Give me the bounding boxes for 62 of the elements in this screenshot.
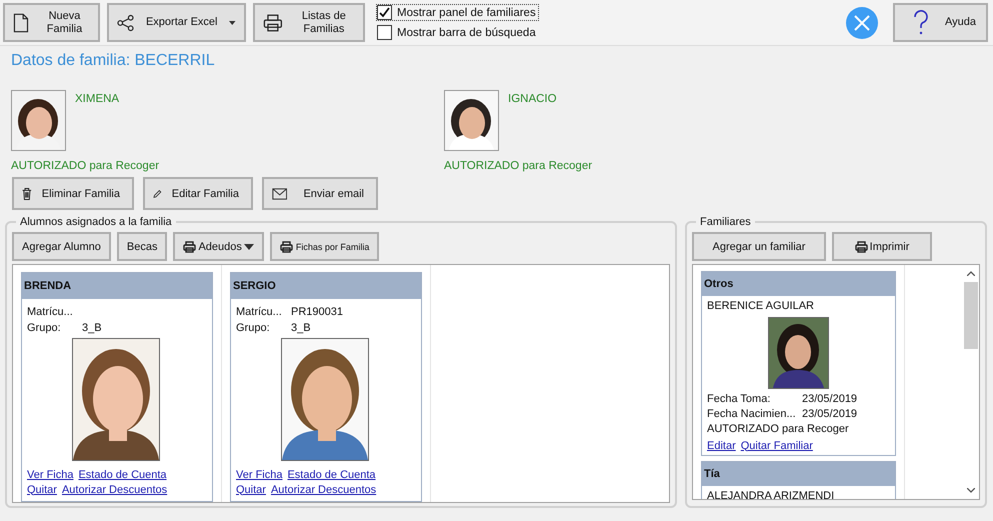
close-icon[interactable]	[846, 6, 878, 38]
printer-icon	[183, 240, 196, 252]
scroll-down-icon[interactable]	[966, 488, 974, 493]
field-label: Fecha Nacimien...	[707, 408, 797, 420]
page-title: Datos de familia: BECERRIL	[10, 51, 216, 71]
panel-button[interactable]: Fichas por Familia	[270, 232, 380, 261]
toolbar-button[interactable]: Nueva Familia	[3, 3, 100, 42]
panel-button[interactable]: Agregar Alumno	[12, 232, 111, 261]
field-value: PR190031	[291, 306, 343, 318]
authorization-status: AUTORIZADO para Recoger	[11, 160, 160, 172]
card-link[interactable]: Editar	[707, 440, 736, 452]
field-label: Matrícu...	[236, 306, 283, 318]
group-title: Alumnos asignados a la familia	[19, 216, 173, 228]
card-link[interactable]: Ver Ficha	[27, 468, 74, 480]
relative-name: ALEJANDRA ARIZMENDI	[707, 490, 836, 499]
card-link[interactable]: Autorizar Descuentos	[270, 484, 376, 496]
card-header: SERGIO	[231, 273, 421, 299]
panel-button[interactable]: Adeudos	[173, 232, 264, 261]
envelope-icon	[272, 186, 288, 200]
action-button[interactable]: Editar Familia	[143, 177, 253, 210]
checkmark-icon	[379, 7, 390, 18]
action-button[interactable]: Enviar email	[262, 177, 378, 210]
panel-button[interactable]: Imprimir	[832, 232, 932, 261]
checkbox[interactable]: Mostrar panel de familiares	[376, 4, 539, 21]
relative-name: BERENICE AGUILAR	[707, 300, 815, 314]
scroll-up-icon[interactable]	[966, 271, 974, 276]
field-label: Fecha Toma:	[707, 392, 772, 404]
question-icon	[913, 10, 929, 36]
field-value: 23/05/2019	[802, 408, 858, 420]
panel-button[interactable]: Agregar un familiar	[692, 232, 826, 261]
card-link[interactable]: Autorizar Descuentos	[62, 484, 168, 496]
group-title: Familiares	[699, 216, 752, 228]
parent-name: XIMENA	[75, 92, 120, 107]
card-link[interactable]: Quitar	[236, 484, 266, 496]
card-link[interactable]: Estado de Cuenta	[78, 468, 167, 480]
caret-icon	[229, 20, 236, 26]
printer-icon	[854, 240, 868, 252]
card-link[interactable]: Quitar	[27, 484, 57, 496]
card-link[interactable]: Quitar Familiar	[740, 440, 813, 452]
field-value: 3_B	[291, 322, 311, 334]
field-value: 3_B	[82, 322, 102, 334]
printer-icon	[280, 240, 293, 252]
field-value: 23/05/2019	[802, 392, 858, 404]
authorization-status: AUTORIZADO para Recoger	[444, 160, 594, 172]
card-link[interactable]: Ver Ficha	[236, 468, 282, 480]
scrollbar-thumb[interactable]	[964, 282, 978, 349]
toolbar-button[interactable]: Exportar Excel	[107, 3, 246, 42]
checkbox[interactable]: Mostrar barra de búsqueda	[376, 24, 539, 41]
card-header: Otros	[702, 272, 895, 296]
panel-button[interactable]: Becas	[116, 232, 168, 261]
field-label: Grupo:	[27, 322, 62, 334]
field-label: Matrícu...	[27, 306, 74, 318]
card-header: Tía	[702, 462, 895, 486]
card-header: BRENDA	[22, 273, 212, 299]
card-link[interactable]: Estado de Cuenta	[287, 468, 376, 480]
caret-icon	[244, 244, 254, 250]
field-label: Grupo:	[236, 322, 271, 334]
authorization-status: AUTORIZADO para Recoger	[707, 422, 850, 437]
toolbar-button[interactable]: Listas de Familias	[253, 3, 365, 42]
help-button[interactable]: Ayuda	[893, 3, 988, 42]
action-button[interactable]: Eliminar Familia	[12, 177, 134, 210]
parent-name: IGNACIO	[508, 92, 557, 107]
